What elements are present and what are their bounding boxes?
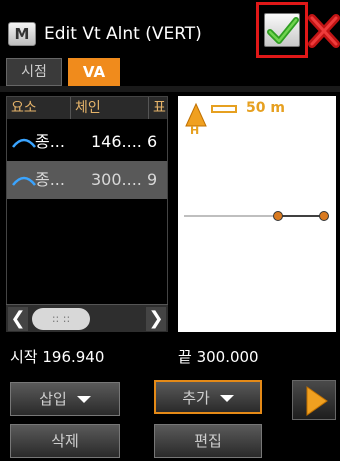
vertical-curve-icon	[12, 138, 36, 148]
north-arrow-icon	[185, 102, 237, 127]
play-right-icon	[306, 386, 328, 416]
vertical-curve-icon	[12, 176, 36, 186]
add-label: 추가	[182, 389, 210, 407]
insert-dropdown-button[interactable]: 삽입	[10, 382, 120, 416]
close-x-icon	[308, 14, 340, 48]
tab-va[interactable]: VA	[68, 58, 120, 86]
column-header-chain[interactable]: 체인	[71, 97, 149, 119]
element-list[interactable]: 요소 체인 표 종... 146.... 6 종... 300.... 9	[6, 96, 168, 332]
chevron-down-icon	[76, 396, 91, 403]
horizontal-scrollbar[interactable]: ❮ :: :: ❯	[6, 304, 168, 332]
title-bar: M Edit Vt Alnt (VERT)	[0, 0, 340, 60]
row-extra: 9	[147, 170, 158, 189]
vertex-marker[interactable]	[273, 211, 283, 221]
row-extra: 6	[147, 132, 158, 151]
column-header-element[interactable]: 요소	[7, 97, 71, 119]
column-header-extra[interactable]: 표	[149, 97, 167, 119]
add-dropdown-button[interactable]: 추가	[154, 380, 262, 414]
checkmark-icon	[264, 13, 300, 47]
cancel-button[interactable]	[308, 10, 340, 50]
table-row-selected[interactable]: 종... 300.... 9	[7, 161, 167, 199]
delete-button[interactable]: 삭제	[10, 424, 120, 458]
window-title: Edit Vt Alnt (VERT)	[44, 24, 202, 44]
scroll-thumb[interactable]: :: ::	[32, 308, 90, 330]
row-element: 종...	[35, 170, 65, 189]
tab-divider	[0, 86, 340, 92]
app-icon[interactable]: M	[8, 22, 36, 46]
scroll-right-button[interactable]: ❯	[146, 307, 166, 331]
row-chain: 300....	[91, 170, 142, 189]
end-station-label: 끝 300.000	[178, 348, 259, 366]
north-marker: H	[190, 124, 199, 137]
edit-button[interactable]: 편집	[154, 424, 262, 458]
table-row[interactable]: 종... 146.... 6	[7, 123, 167, 161]
chevron-down-icon	[219, 395, 234, 402]
alignment-view[interactable]: H 50 m	[178, 96, 336, 332]
insert-label: 삽입	[39, 390, 67, 408]
scroll-left-button[interactable]: ❮	[8, 307, 28, 331]
row-element: 종...	[35, 132, 65, 151]
start-station-label: 시작 196.940	[10, 348, 105, 366]
vertex-marker[interactable]	[319, 211, 329, 221]
tab-start[interactable]: 시점	[6, 58, 62, 86]
row-chain: 146....	[91, 132, 142, 151]
accept-button[interactable]	[256, 2, 308, 58]
scale-label: 50 m	[246, 100, 285, 116]
next-button[interactable]	[292, 380, 336, 420]
